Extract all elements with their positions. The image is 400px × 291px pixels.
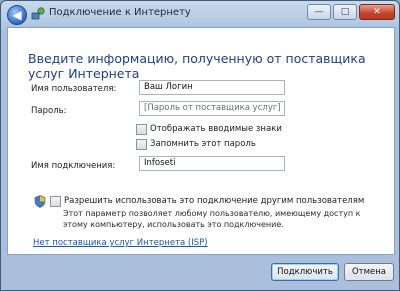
page-heading: Введите информацию, полученную от постав… — [28, 51, 366, 81]
connect-button[interactable]: Подключить — [271, 263, 339, 281]
connection-name-label: Имя подключения: — [31, 161, 116, 171]
remember-password-checkbox[interactable] — [136, 139, 147, 150]
minimize-button[interactable]: — — [307, 4, 331, 20]
maximize-button[interactable]: □ — [333, 4, 357, 20]
password-label: Пароль: — [31, 106, 67, 116]
title-bar: ◀ Подключение к Интернету — □ ✕ — [1, 1, 399, 27]
show-chars-checkbox[interactable] — [136, 124, 147, 135]
uac-shield-icon — [34, 195, 46, 208]
cancel-button[interactable]: Отмена — [344, 263, 394, 281]
password-field[interactable]: [Пароль от поставщика услуг] — [139, 101, 285, 116]
no-isp-link[interactable]: Нет поставщика услуг Интернета (ISP) — [33, 238, 208, 248]
connection-name-field[interactable]: Infoseti — [139, 156, 285, 171]
network-icon — [31, 7, 45, 20]
content-panel: Введите информацию, полученную от постав… — [7, 27, 395, 255]
allow-others-label: Разрешить использовать это подключение д… — [64, 196, 365, 206]
show-chars-label: Отображать вводимые знаки — [150, 124, 282, 134]
username-field[interactable]: Ваш Логин — [139, 80, 285, 95]
close-button[interactable]: ✕ — [359, 4, 395, 20]
window-title: Подключение к Интернету — [49, 7, 191, 18]
allow-others-description: Этот параметр позволяет любому пользоват… — [63, 209, 361, 229]
window-controls: — □ ✕ — [307, 4, 395, 20]
remember-password-label: Запомнить этот пароль — [150, 139, 256, 149]
dialog-window: ◀ Подключение к Интернету — □ ✕ Введите … — [0, 0, 400, 291]
username-label: Имя пользователя: — [31, 84, 117, 94]
back-button[interactable]: ◀ — [7, 5, 27, 25]
allow-others-checkbox[interactable] — [50, 196, 61, 207]
